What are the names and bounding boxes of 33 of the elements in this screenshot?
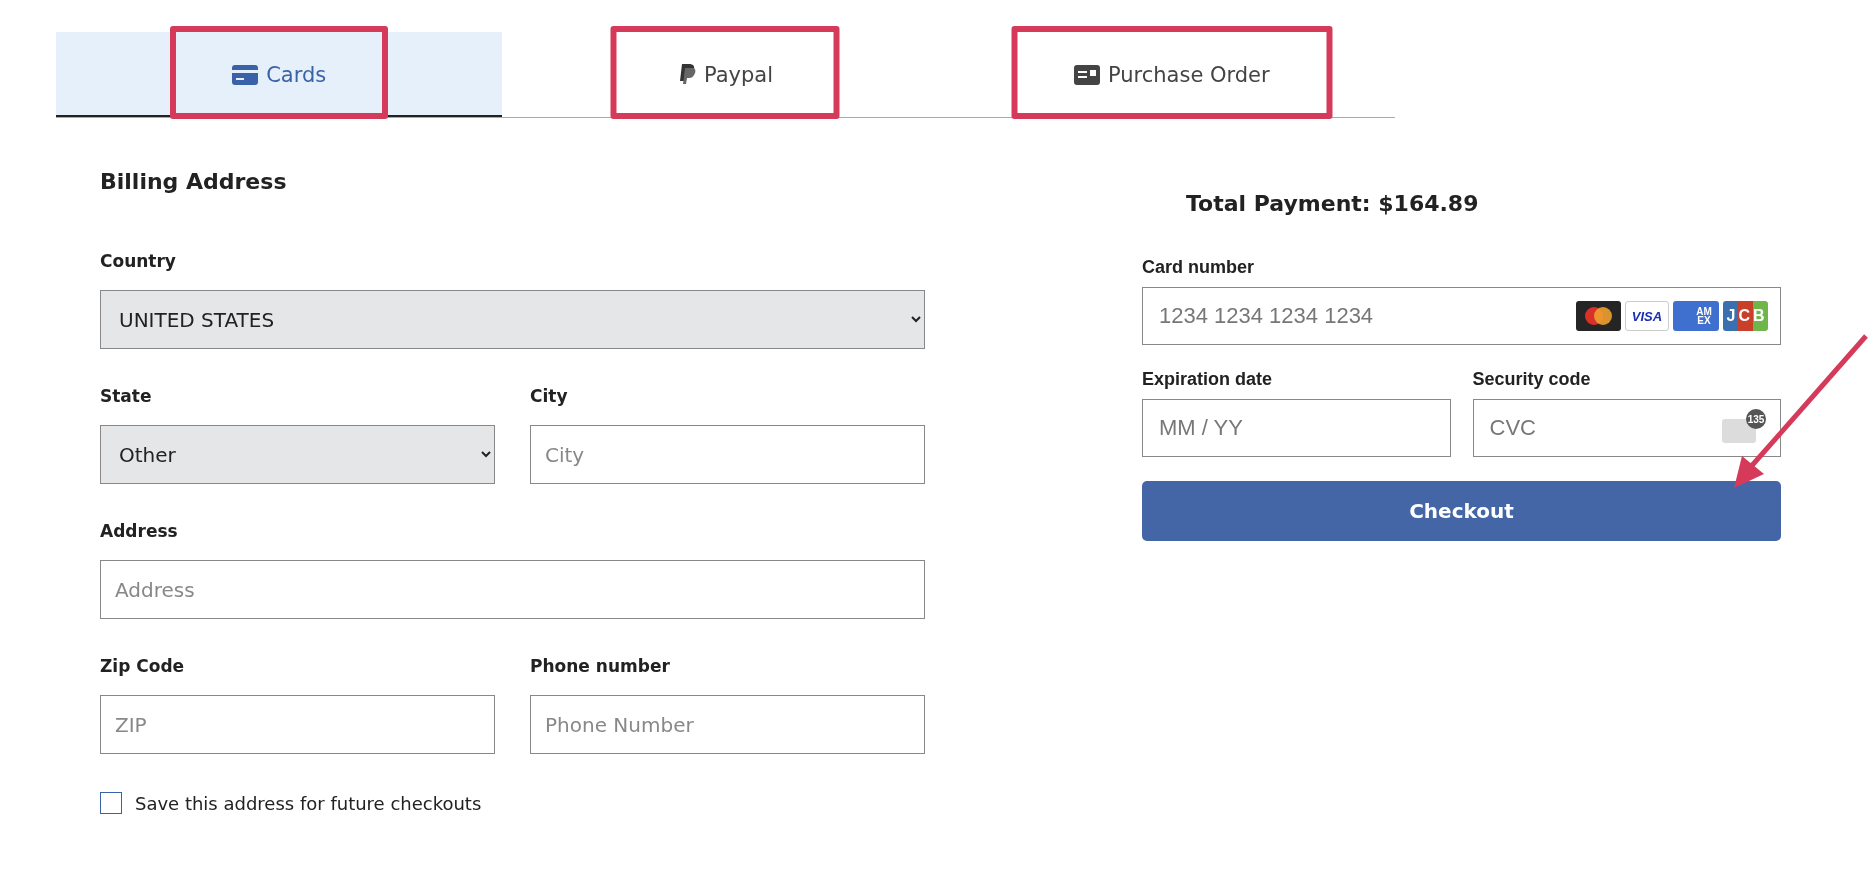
mastercard-logo-icon xyxy=(1576,301,1621,331)
country-select[interactable]: UNITED STATES xyxy=(100,290,925,349)
paypal-icon xyxy=(677,63,696,86)
field-label: Expiration date xyxy=(1142,369,1274,389)
state-select[interactable]: Other xyxy=(100,425,495,484)
payment-tab[interactable]: Cards xyxy=(56,32,503,117)
security-code-input[interactable]: CVC xyxy=(1473,400,1722,456)
payment-tab[interactable]: Paypal xyxy=(502,32,949,117)
field-label: State xyxy=(100,386,153,406)
field-label: Address xyxy=(100,521,179,541)
field-label: Zip Code xyxy=(100,656,186,676)
field-label: City xyxy=(530,386,569,406)
field-label: Country xyxy=(100,251,177,271)
checkbox[interactable] xyxy=(100,792,122,814)
amex-logo: AM EX xyxy=(1673,301,1719,331)
credit-card-icon xyxy=(232,64,259,85)
checkbox-label: Save this address for future checkouts xyxy=(135,792,482,814)
cvc-hint-badge: 135 xyxy=(1746,409,1766,429)
id-card-icon xyxy=(1073,64,1100,85)
address-field[interactable]: Address xyxy=(100,560,925,619)
visa-logo: VISA xyxy=(1625,301,1669,331)
checkout-button[interactable]: Checkout xyxy=(1142,481,1781,541)
section-heading: Billing Address xyxy=(100,169,288,195)
security-code-field[interactable]: CVC 135 xyxy=(1472,399,1781,457)
field-label: Security code xyxy=(1472,369,1592,389)
phone-field[interactable]: Phone Number xyxy=(530,695,925,754)
total-payment: Total Payment: $164.89 xyxy=(1185,191,1480,217)
field-label: Card number xyxy=(1142,257,1256,277)
field-label: Phone number xyxy=(530,656,671,676)
card-number-input[interactable]: 1234 1234 1234 1234 xyxy=(1143,288,1576,344)
payment-tab[interactable]: Purchase Order xyxy=(948,32,1395,117)
city-field[interactable]: City xyxy=(530,425,925,484)
zip-field[interactable]: ZIP xyxy=(100,695,495,754)
